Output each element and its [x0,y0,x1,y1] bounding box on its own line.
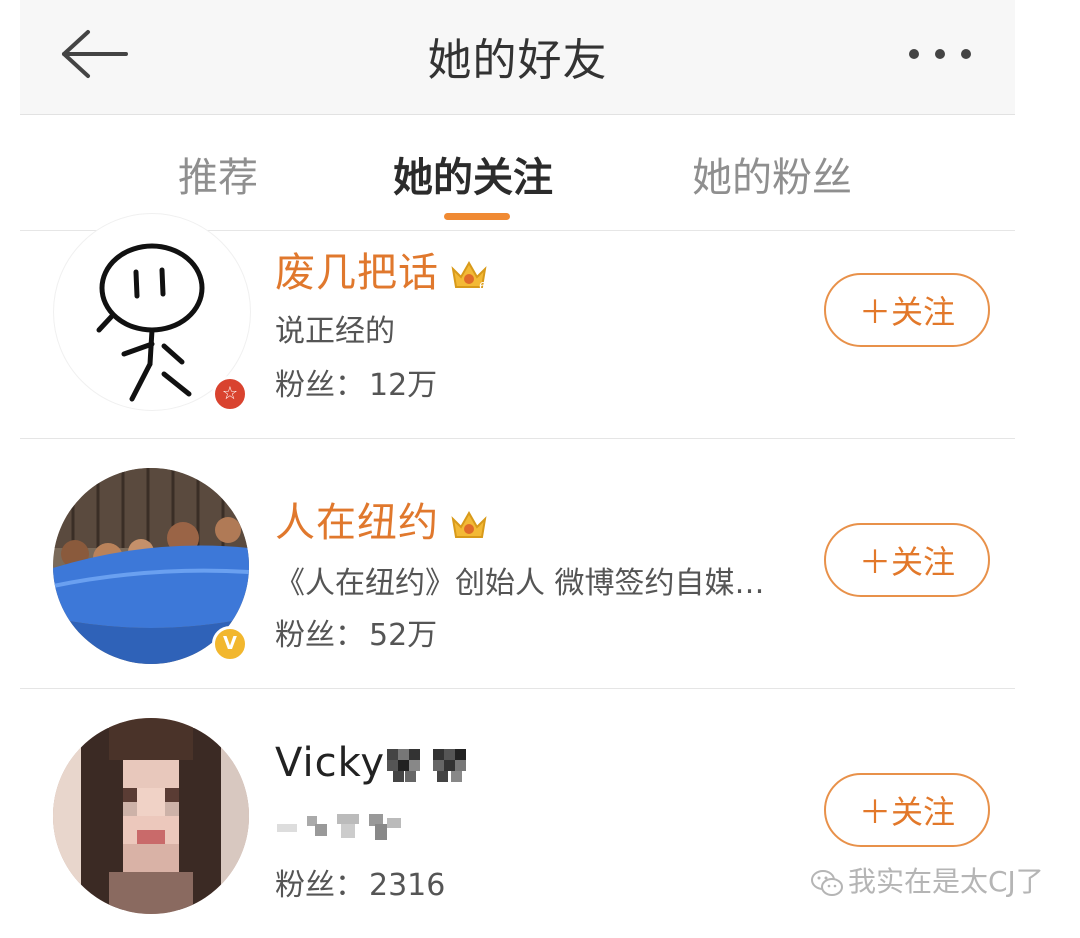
mosaic-text [277,813,401,840]
fans-count: 粉丝： 2316 [275,860,445,904]
fans-label: 粉丝： [275,368,365,403]
fans-label: 粉丝： [275,618,365,653]
more-dots-icon[interactable] [905,44,975,64]
user-name-text: 人在纽约 [275,500,439,546]
page-title: 她的好友 [427,35,608,86]
fans-number: 52万 [369,618,438,653]
user-description [275,808,415,844]
app-frame: 她的好友 推荐 她的关注 她的粉丝 ☆ 废几把话 6 说正经的 粉丝： 12万 … [20,0,1044,927]
fans-number: 12万 [369,368,438,403]
user-name[interactable]: 废几把话 6 [275,240,489,298]
avatar[interactable] [53,718,249,914]
wechat-icon [811,870,843,896]
list-item[interactable]: ☆ 废几把话 6 说正经的 粉丝： 12万 ＋关注 [20,188,1015,439]
follow-button[interactable]: ＋关注 [824,523,990,597]
list-item[interactable]: V 人在纽约 《人在纽约》创始人 微博签约自媒… 粉丝： 52万 ＋关注 [20,438,1015,689]
verified-v-badge-icon: V [212,626,248,662]
user-description: 说正经的 [275,314,395,349]
watermark-text: 我实在是太CJ了 [848,865,1044,898]
follow-button[interactable]: ＋关注 [824,273,990,347]
list-item[interactable]: Vicky 粉丝： 2316 ＋关注 [20,688,1015,938]
user-name[interactable]: 人在纽约 [275,490,489,548]
watermark: 我实在是太CJ了 [810,860,1044,900]
red-star-badge-icon: ☆ [212,376,248,412]
follow-button[interactable]: ＋关注 [824,773,990,847]
svg-text:6: 6 [479,280,487,293]
user-name[interactable]: Vicky [275,740,477,786]
crown-icon: 6 [451,260,487,293]
crown-icon [451,510,487,538]
header-bar: 她的好友 [20,0,1015,115]
user-name-text: Vicky [275,740,385,786]
pixelated-portrait [53,718,249,914]
mosaic-text [387,749,466,782]
user-name-text: 废几把话 [275,250,439,296]
fans-count: 粉丝： 12万 [275,360,437,404]
user-description: 《人在纽约》创始人 微博签约自媒… [275,566,765,601]
fans-label: 粉丝： [275,868,365,903]
fans-count: 粉丝： 52万 [275,610,437,654]
fans-number: 2316 [369,868,446,903]
